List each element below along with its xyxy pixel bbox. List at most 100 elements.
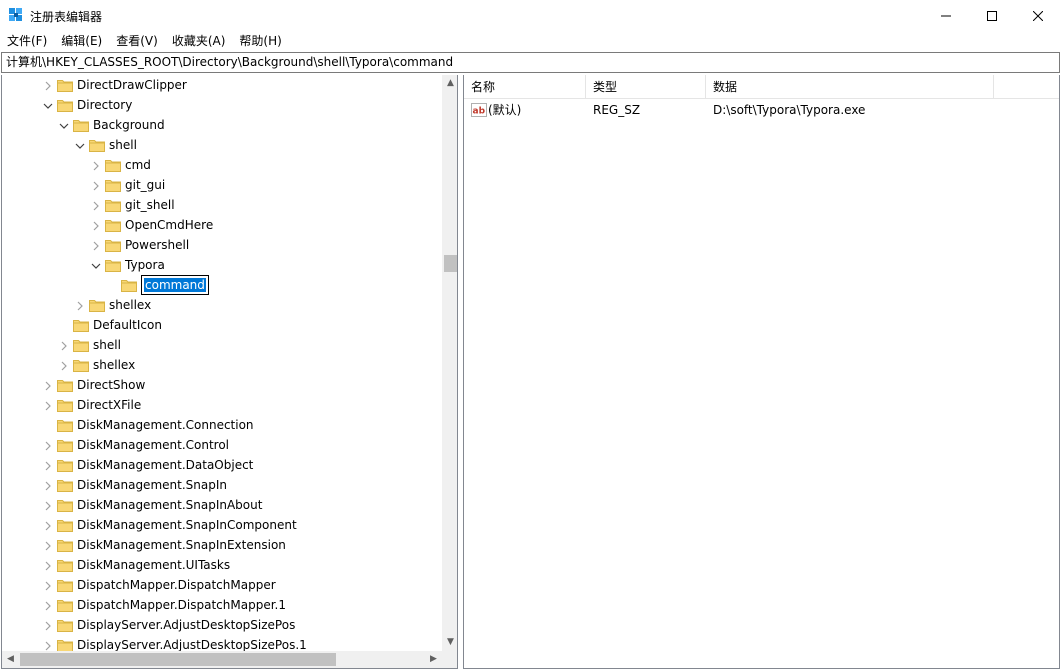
- tree-node-label: git_gui: [125, 178, 166, 192]
- chevron-right-icon[interactable]: [43, 400, 53, 411]
- folder-icon: [105, 238, 121, 252]
- chevron-right-icon[interactable]: [43, 560, 53, 571]
- tree-vertical-scroll-thumb[interactable]: [444, 255, 457, 272]
- rename-input[interactable]: command: [141, 275, 209, 295]
- tree-horizontal-scroll-thumb[interactable]: [20, 653, 336, 666]
- tree-node[interactable]: DefaultIcon: [2, 315, 442, 335]
- chevron-right-icon[interactable]: [91, 160, 101, 171]
- svg-text:ab: ab: [473, 107, 486, 117]
- tree-node[interactable]: Typora: [2, 255, 442, 275]
- chevron-right-icon[interactable]: [59, 360, 69, 371]
- tree-node[interactable]: DisplayServer.AdjustDesktopSizePos: [2, 615, 442, 635]
- chevron-right-icon[interactable]: [43, 80, 53, 91]
- tree-node[interactable]: Background: [2, 115, 442, 135]
- tree-node[interactable]: DiskManagement.SnapIn: [2, 475, 442, 495]
- tree-node[interactable]: shell: [2, 135, 442, 155]
- tree-node-label: shellex: [109, 298, 152, 312]
- tree-node[interactable]: git_gui: [2, 175, 442, 195]
- tree-node[interactable]: DispatchMapper.DispatchMapper.1: [2, 595, 442, 615]
- chevron-right-icon[interactable]: [91, 220, 101, 231]
- tree-node[interactable]: DiskManagement.DataObject: [2, 455, 442, 475]
- chevron-right-icon[interactable]: [75, 300, 85, 311]
- tree-node[interactable]: Powershell: [2, 235, 442, 255]
- chevron-down-icon[interactable]: [75, 140, 85, 150]
- chevron-down-icon[interactable]: [43, 100, 53, 110]
- tree-node-label: Typora: [125, 258, 165, 272]
- tree-horizontal-scrollbar[interactable]: ◀ ▶: [2, 651, 442, 668]
- chevron-right-icon[interactable]: [43, 620, 53, 631]
- chevron-right-icon[interactable]: [91, 240, 101, 251]
- tree-node-label: Background: [93, 118, 165, 132]
- tree-node[interactable]: cmd: [2, 155, 442, 175]
- chevron-right-icon[interactable]: [59, 340, 69, 351]
- tree-node-label: DiskManagement.SnapInExtension: [77, 538, 286, 552]
- close-button[interactable]: [1015, 0, 1061, 31]
- menu-help[interactable]: 帮助(H): [232, 31, 288, 51]
- chevron-right-icon[interactable]: [43, 380, 53, 391]
- tree-node[interactable]: DirectShow: [2, 375, 442, 395]
- tree-node[interactable]: shellex: [2, 355, 442, 375]
- scroll-up-icon[interactable]: ▲: [442, 75, 457, 92]
- chevron-right-icon[interactable]: [43, 480, 53, 491]
- tree-node[interactable]: DiskManagement.SnapInComponent: [2, 515, 442, 535]
- tree-node-label: git_shell: [125, 198, 175, 212]
- chevron-right-icon[interactable]: [91, 200, 101, 211]
- chevron-right-icon[interactable]: [43, 440, 53, 451]
- chevron-right-icon[interactable]: [91, 180, 101, 191]
- tree-node-label: Powershell: [125, 238, 190, 252]
- chevron-down-icon[interactable]: [59, 120, 69, 130]
- tree-node[interactable]: DiskManagement.SnapInExtension: [2, 535, 442, 555]
- tree-node[interactable]: DispatchMapper.DispatchMapper: [2, 575, 442, 595]
- menu-view[interactable]: 查看(V): [109, 31, 165, 51]
- column-header-name[interactable]: 名称: [464, 75, 586, 99]
- tree-vertical-scrollbar[interactable]: ▲ ▼: [442, 75, 457, 651]
- tree-node[interactable]: shellex: [2, 295, 442, 315]
- scroll-right-icon[interactable]: ▶: [425, 651, 442, 668]
- chevron-right-icon[interactable]: [43, 500, 53, 511]
- minimize-button[interactable]: [923, 0, 969, 31]
- chevron-right-icon[interactable]: [43, 520, 53, 531]
- column-header-type[interactable]: 类型: [586, 75, 706, 99]
- folder-icon: [57, 418, 73, 432]
- tree-node[interactable]: Directory: [2, 95, 442, 115]
- tree-node-label: shell: [93, 338, 121, 352]
- chevron-right-icon[interactable]: [43, 580, 53, 591]
- tree-node[interactable]: command: [2, 275, 442, 295]
- scroll-corner: [442, 651, 457, 668]
- chevron-right-icon[interactable]: [43, 600, 53, 611]
- folder-icon: [89, 298, 105, 312]
- scroll-left-icon[interactable]: ◀: [2, 651, 19, 668]
- chevron-right-icon[interactable]: [43, 540, 53, 551]
- tree-node[interactable]: DirectXFile: [2, 395, 442, 415]
- menu-file[interactable]: 文件(F): [0, 31, 54, 51]
- list-item[interactable]: ab (默认) REG_SZ D:\soft\Typora\Typora.exe: [464, 100, 1059, 120]
- menu-edit[interactable]: 编辑(E): [54, 31, 109, 51]
- tree-node-label: shell: [109, 138, 137, 152]
- tree-node-label: DiskManagement.UITasks: [77, 558, 231, 572]
- tree-node[interactable]: git_shell: [2, 195, 442, 215]
- chevron-down-icon[interactable]: [91, 260, 101, 270]
- tree-node[interactable]: DisplayServer.AdjustDesktopSizePos.1: [2, 635, 442, 651]
- folder-icon: [57, 438, 73, 452]
- chevron-right-icon[interactable]: [43, 460, 53, 471]
- folder-icon: [73, 118, 89, 132]
- scroll-down-icon[interactable]: ▼: [442, 634, 457, 651]
- tree-node[interactable]: DiskManagement.UITasks: [2, 555, 442, 575]
- tree-node[interactable]: OpenCmdHere: [2, 215, 442, 235]
- address-bar[interactable]: 计算机\HKEY_CLASSES_ROOT\Directory\Backgrou…: [1, 52, 1060, 73]
- tree-node[interactable]: shell: [2, 335, 442, 355]
- tree-node-label: DisplayServer.AdjustDesktopSizePos: [77, 618, 296, 632]
- folder-icon: [57, 638, 73, 651]
- tree-node-label: DirectDrawClipper: [77, 78, 187, 92]
- tree-node-label: Directory: [77, 98, 133, 112]
- menu-favorites[interactable]: 收藏夹(A): [165, 31, 233, 51]
- tree-node[interactable]: DiskManagement.Control: [2, 435, 442, 455]
- tree-node[interactable]: DiskManagement.SnapInAbout: [2, 495, 442, 515]
- maximize-button[interactable]: [969, 0, 1015, 31]
- folder-icon: [57, 478, 73, 492]
- tree-node-label: DiskManagement.DataObject: [77, 458, 254, 472]
- tree-node[interactable]: DiskManagement.Connection: [2, 415, 442, 435]
- tree-node[interactable]: DirectDrawClipper: [2, 75, 442, 95]
- chevron-right-icon[interactable]: [43, 640, 53, 651]
- column-header-data[interactable]: 数据: [706, 75, 994, 99]
